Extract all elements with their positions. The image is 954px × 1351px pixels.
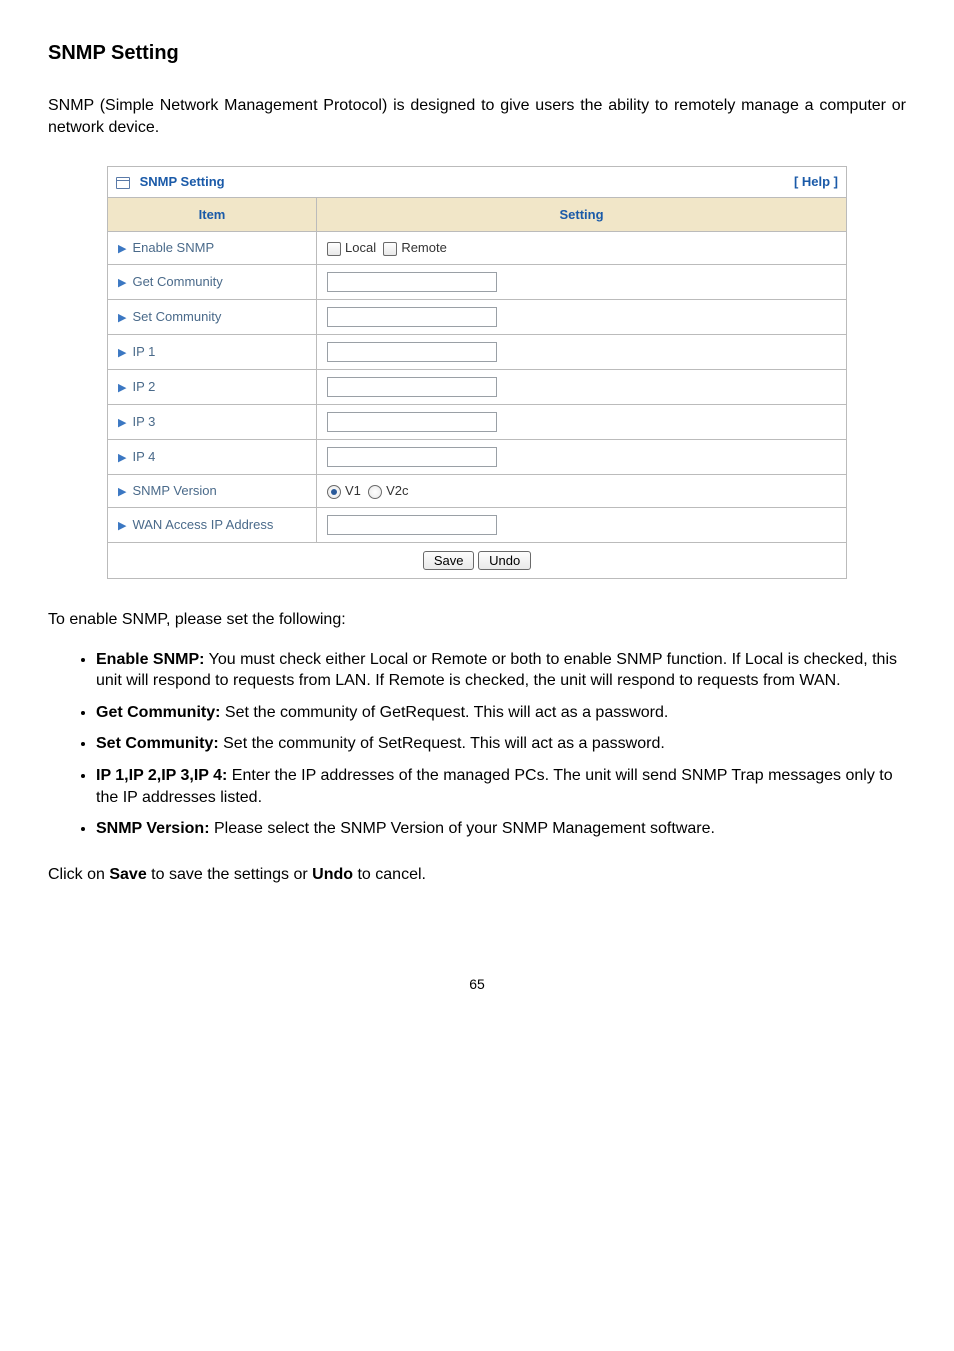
label-text: IP 1 [132,344,155,359]
row-setting-ip3 [317,405,847,440]
label-text: Enable SNMP [132,240,214,255]
row-label-get-community: ▶ Get Community [108,265,317,300]
checkbox-remote-label: Remote [401,240,447,255]
label-text: SNMP Version [132,483,216,498]
closing-post: to cancel. [353,866,426,883]
row-setting-ip1 [317,335,847,370]
ip3-input[interactable] [327,412,497,432]
row-label-set-community: ▶ Set Community [108,300,317,335]
page-number: 65 [48,975,906,994]
arrow-icon: ▶ [118,382,126,394]
closing-undo-strong: Undo [312,866,353,883]
arrow-icon: ▶ [118,312,126,324]
closing-mid: to save the settings or [147,866,312,883]
label-text: WAN Access IP Address [132,517,273,532]
arrow-icon: ▶ [118,277,126,289]
radio-v2c-label: V2c [386,483,408,498]
intro-paragraph: SNMP (Simple Network Management Protocol… [48,95,906,138]
bullet-strong: Enable SNMP: [96,651,204,668]
row-setting-set-community [317,300,847,335]
row-label-wan-access: ▶ WAN Access IP Address [108,507,317,542]
label-text: Get Community [132,274,222,289]
bullet-text: Set the community of GetRequest. This wi… [220,704,668,721]
checkbox-local-label: Local [345,240,376,255]
column-header-setting: Setting [317,197,847,232]
row-label-enable-snmp: ▶ Enable SNMP [108,232,317,265]
row-setting-snmp-version: V1 V2c [317,475,847,508]
snmp-settings-table: SNMP Setting [ Help ] Item Setting ▶ Enab… [107,166,847,579]
radio-v1-label: V1 [345,483,361,498]
arrow-icon: ▶ [118,417,126,429]
row-label-ip4: ▶ IP 4 [108,440,317,475]
bullet-text: You must check either Local or Remote or… [96,651,897,690]
bullet-text: Set the community of SetRequest. This wi… [219,735,665,752]
undo-button[interactable]: Undo [478,551,531,570]
bullet-strong: SNMP Version: [96,820,210,837]
row-setting-ip4 [317,440,847,475]
label-text: IP 4 [132,449,155,464]
closing-save-strong: Save [109,866,146,883]
list-item: IP 1,IP 2,IP 3,IP 4: Enter the IP addres… [96,765,906,808]
ip1-input[interactable] [327,342,497,362]
panel-title: SNMP Setting [140,174,225,189]
list-item: Get Community: Set the community of GetR… [96,702,906,724]
row-label-ip1: ▶ IP 1 [108,335,317,370]
arrow-icon: ▶ [118,452,126,464]
get-community-input[interactable] [327,272,497,292]
row-setting-wan-access [317,507,847,542]
button-row: Save Undo [108,542,847,578]
arrow-icon: ▶ [118,486,126,498]
radio-v2c[interactable] [368,485,382,499]
bullet-text: Please select the SNMP Version of your S… [210,820,715,837]
row-setting-enable-snmp: Local Remote [317,232,847,265]
instructions-list: Enable SNMP: You must check either Local… [48,649,906,840]
arrow-icon: ▶ [118,347,126,359]
row-label-ip2: ▶ IP 2 [108,370,317,405]
save-button[interactable]: Save [423,551,475,570]
row-setting-ip2 [317,370,847,405]
list-item: Set Community: Set the community of SetR… [96,733,906,755]
list-item: Enable SNMP: You must check either Local… [96,649,906,692]
wan-access-ip-input[interactable] [327,515,497,535]
checkbox-remote[interactable] [383,242,397,256]
bullet-strong: Set Community: [96,735,219,752]
row-label-ip3: ▶ IP 3 [108,405,317,440]
set-community-input[interactable] [327,307,497,327]
arrow-icon: ▶ [118,520,126,532]
ip4-input[interactable] [327,447,497,467]
arrow-icon: ▶ [118,243,126,255]
checkbox-local[interactable] [327,242,341,256]
window-icon [116,177,130,189]
radio-v1[interactable] [327,485,341,499]
closing-paragraph: Click on Save to save the settings or Un… [48,864,906,886]
label-text: Set Community [132,309,221,324]
instructions-lead: To enable SNMP, please set the following… [48,609,906,631]
snmp-settings-panel: SNMP Setting [ Help ] Item Setting ▶ Enab… [107,166,847,579]
help-link[interactable]: [ Help ] [794,173,838,191]
row-setting-get-community [317,265,847,300]
label-text: IP 3 [132,414,155,429]
closing-pre: Click on [48,866,109,883]
row-label-snmp-version: ▶ SNMP Version [108,475,317,508]
label-text: IP 2 [132,379,155,394]
bullet-strong: Get Community: [96,704,220,721]
bullet-strong: IP 1,IP 2,IP 3,IP 4: [96,767,227,784]
page-title: SNMP Setting [48,40,906,67]
ip2-input[interactable] [327,377,497,397]
column-header-item: Item [108,197,317,232]
list-item: SNMP Version: Please select the SNMP Ver… [96,818,906,840]
panel-header-cell: SNMP Setting [ Help ] [108,167,847,198]
